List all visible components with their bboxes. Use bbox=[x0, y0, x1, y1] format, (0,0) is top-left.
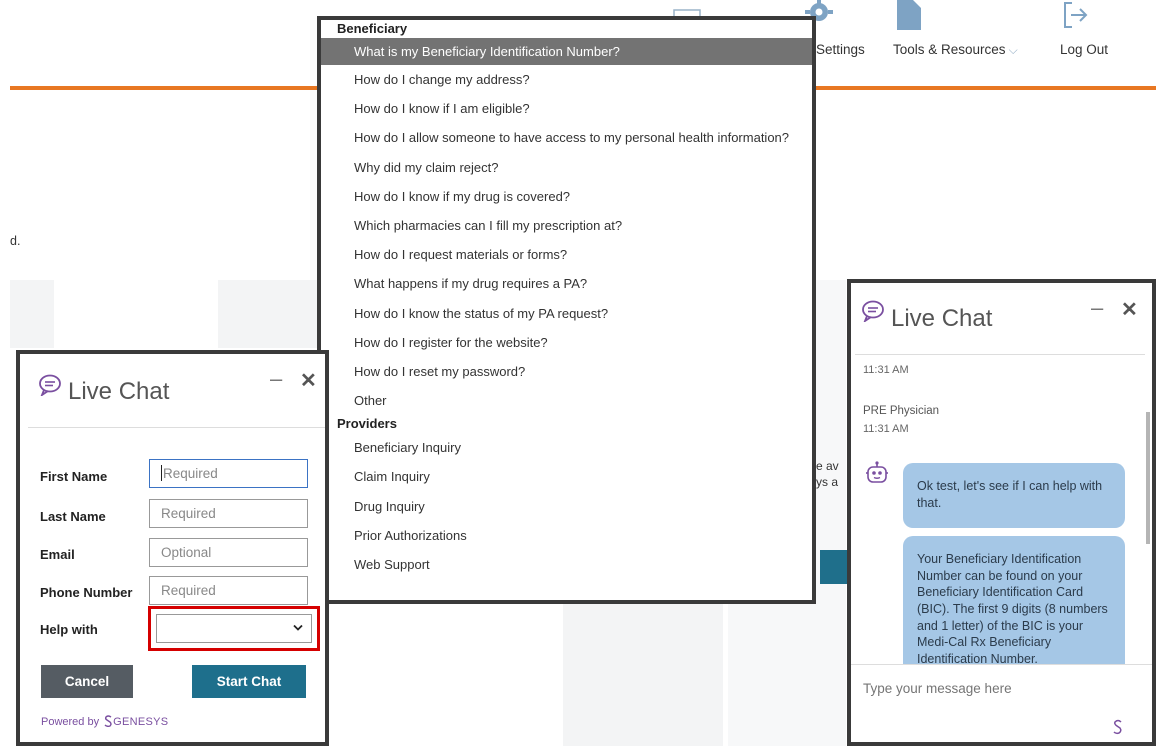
nav-tools-label-wrap: Tools & Resources ⌵ bbox=[893, 42, 1018, 58]
option-beneficiary-inquiry[interactable]: Beneficiary Inquiry bbox=[321, 433, 812, 462]
message-sender: PRE Physician bbox=[863, 405, 940, 417]
powered-by[interactable]: Powered by GENESYS bbox=[41, 715, 168, 728]
nav-logout[interactable]: Log Out bbox=[1060, 0, 1108, 57]
page-text-fragment: d. bbox=[10, 234, 21, 248]
genesys-logo-icon bbox=[1113, 719, 1122, 735]
last-name-label: Last Name bbox=[40, 509, 106, 524]
close-button[interactable]: ✕ bbox=[300, 368, 317, 393]
nav-settings-label: Settings bbox=[816, 42, 865, 57]
logout-icon bbox=[1064, 2, 1088, 28]
nav-tools-label: Tools & Resources bbox=[893, 42, 1006, 57]
chat-form-header: Live Chat – ✕ bbox=[20, 354, 325, 428]
option-group-providers: Providers bbox=[337, 416, 397, 432]
email-input[interactable]: Optional bbox=[149, 538, 308, 567]
first-name-input[interactable]: Required bbox=[149, 459, 308, 488]
email-label: Email bbox=[40, 547, 75, 562]
nav-tools-resources[interactable]: Tools & Resources ⌵ bbox=[893, 0, 1018, 57]
chevron-down-icon bbox=[293, 624, 303, 631]
chat-input-area bbox=[851, 664, 1152, 742]
divider bbox=[28, 427, 325, 428]
background-card bbox=[10, 280, 54, 348]
option-drug-covered[interactable]: How do I know if my drug is covered? bbox=[321, 182, 812, 211]
document-icon bbox=[897, 0, 921, 30]
chat-bubble-icon bbox=[862, 300, 884, 322]
chat-window-title: Live Chat bbox=[891, 305, 993, 332]
cancel-button[interactable]: Cancel bbox=[41, 665, 133, 698]
option-pa-status[interactable]: How do I know the status of my PA reques… bbox=[321, 299, 812, 328]
divider bbox=[855, 354, 1145, 355]
minimize-button[interactable]: – bbox=[1091, 295, 1103, 321]
page-text-fragment: e av ys a bbox=[816, 459, 839, 489]
first-name-placeholder: Required bbox=[163, 466, 218, 481]
option-eligibility[interactable]: How do I know if I am eligible? bbox=[321, 94, 812, 123]
last-name-placeholder: Required bbox=[161, 506, 216, 521]
chat-form-title: Live Chat bbox=[68, 378, 170, 405]
option-request-materials[interactable]: How do I request materials or forms? bbox=[321, 240, 812, 269]
live-chat-form-panel: Live Chat – ✕ First Name Required Last N… bbox=[16, 350, 329, 746]
message-timestamp: 11:31 AM bbox=[863, 423, 909, 435]
chat-message-bubble: Ok test, let's see if I can help with th… bbox=[903, 463, 1125, 528]
phone-number-input[interactable]: Required bbox=[149, 576, 308, 605]
help-with-dropdown-list[interactable]: Beneficiary What is my Beneficiary Ident… bbox=[317, 16, 816, 604]
powered-by-label: Powered by bbox=[41, 716, 100, 728]
help-with-highlight bbox=[148, 606, 320, 651]
option-beneficiary-id-number[interactable]: What is my Beneficiary Identification Nu… bbox=[321, 38, 812, 65]
option-reset-password[interactable]: How do I reset my password? bbox=[321, 357, 812, 386]
phone-number-placeholder: Required bbox=[161, 583, 216, 598]
background-button[interactable] bbox=[820, 550, 847, 584]
background-card bbox=[563, 604, 723, 746]
first-name-label: First Name bbox=[40, 469, 108, 484]
nav-logout-label: Log Out bbox=[1060, 42, 1109, 57]
option-web-support[interactable]: Web Support bbox=[321, 550, 812, 579]
close-button[interactable]: ✕ bbox=[1121, 297, 1138, 322]
chat-scrollbar[interactable] bbox=[1146, 412, 1150, 544]
genesys-brand: GENESYS bbox=[113, 716, 169, 728]
last-name-input[interactable]: Required bbox=[149, 499, 308, 528]
phone-number-label: Phone Number bbox=[40, 585, 133, 600]
bot-avatar-icon bbox=[866, 461, 888, 483]
help-with-select[interactable] bbox=[156, 614, 312, 643]
chevron-down-icon: ⌵ bbox=[1008, 43, 1018, 57]
option-other[interactable]: Other bbox=[321, 386, 812, 415]
message-input[interactable] bbox=[863, 681, 1133, 696]
option-change-address[interactable]: How do I change my address? bbox=[321, 65, 812, 94]
option-claim-inquiry[interactable]: Claim Inquiry bbox=[321, 462, 812, 491]
option-prior-authorizations[interactable]: Prior Authorizations bbox=[321, 521, 812, 550]
chat-bubble-icon bbox=[39, 374, 61, 396]
option-pharmacies[interactable]: Which pharmacies can I fill my prescript… bbox=[321, 211, 812, 240]
option-drug-requires-pa[interactable]: What happens if my drug requires a PA? bbox=[321, 269, 812, 298]
help-with-label: Help with bbox=[40, 622, 98, 637]
option-group-beneficiary: Beneficiary bbox=[337, 21, 408, 36]
message-timestamp: 11:31 AM bbox=[863, 364, 909, 376]
option-claim-reject[interactable]: Why did my claim reject? bbox=[321, 153, 812, 182]
genesys-logo-icon bbox=[104, 715, 112, 728]
email-placeholder: Optional bbox=[161, 545, 212, 560]
option-phi-access[interactable]: How do I allow someone to have access to… bbox=[321, 123, 812, 152]
option-drug-inquiry[interactable]: Drug Inquiry bbox=[321, 492, 812, 521]
background-card bbox=[218, 280, 318, 348]
minimize-button[interactable]: – bbox=[270, 366, 282, 392]
option-register-website[interactable]: How do I register for the website? bbox=[321, 328, 812, 357]
start-chat-button[interactable]: Start Chat bbox=[192, 665, 306, 698]
live-chat-window: Live Chat – ✕ 11:31 AM PRE Physician 11:… bbox=[847, 279, 1156, 746]
